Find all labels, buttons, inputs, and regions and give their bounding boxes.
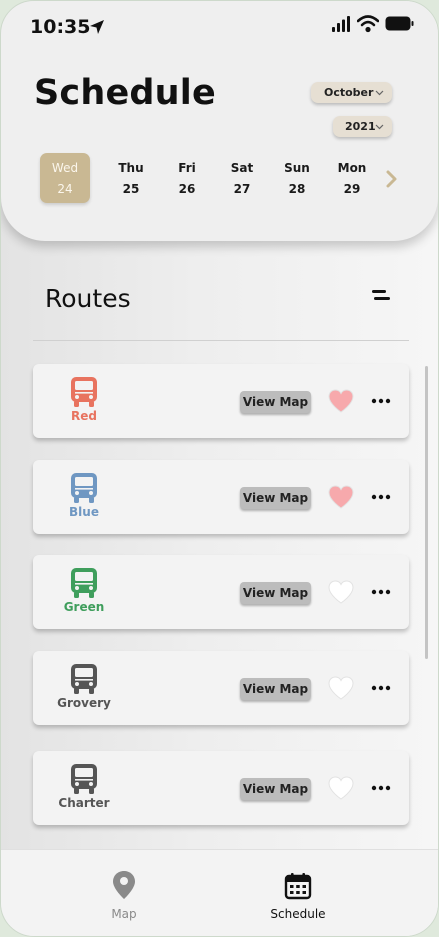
heart-icon[interactable] [327,579,355,605]
month-value: October [324,86,374,99]
bus-icon [71,664,97,694]
year-select[interactable]: 2021 [333,116,392,137]
schedule-header: 10:35 Schedule October 2021 Wed 24 Thu 2… [1,1,438,241]
route-name: Green [63,600,105,614]
more-options-icon[interactable] [371,494,391,500]
route-card-red[interactable]: Red View Map [33,364,409,438]
day-wed-24[interactable]: Wed 24 [40,153,90,203]
bus-icon [71,764,97,794]
view-map-button[interactable]: View Map [240,778,311,800]
divider [33,340,409,341]
more-options-icon[interactable] [371,785,391,791]
bottom-nav: Map Schedule [1,849,438,936]
day-name: Sat [230,161,254,175]
route-name: Charter [58,796,110,810]
status-time: 10:35 [30,16,91,38]
month-select[interactable]: October [311,82,392,103]
chevron-right-icon[interactable] [384,169,400,189]
day-date: 27 [233,182,251,196]
route-card-charter[interactable]: Charter View Map [33,751,409,825]
bus-icon [71,377,97,407]
day-thu-25[interactable]: Thu 25 [106,153,156,203]
route-name: Blue [69,505,99,519]
view-map-button[interactable]: View Map [240,391,311,413]
chevron-down-icon [375,124,384,130]
battery-icon [385,16,414,31]
route-name: Grovery [57,696,111,710]
day-fri-26[interactable]: Fri 26 [162,153,212,203]
day-date: 29 [343,182,361,196]
heart-icon[interactable] [327,675,355,701]
bus-icon [71,568,97,598]
filter-icon[interactable] [371,289,391,303]
route-card-grovery[interactable]: Grovery View Map [33,651,409,725]
tab-map[interactable]: Map [64,850,184,936]
more-options-icon[interactable] [371,589,391,595]
day-mon-29[interactable]: Mon 29 [327,153,377,203]
view-map-button[interactable]: View Map [240,487,311,509]
routes-heading: Routes [45,284,131,313]
day-name: Thu [118,161,144,175]
day-name: Sun [284,161,310,175]
page-title: Schedule [34,73,216,113]
day-date: 25 [122,182,140,196]
map-pin-icon [113,871,135,899]
wifi-icon [357,15,379,33]
year-value: 2021 [345,120,376,133]
day-name: Fri [178,161,196,175]
day-sat-27[interactable]: Sat 27 [217,153,267,203]
heart-icon[interactable] [327,775,355,801]
more-options-icon[interactable] [371,398,391,404]
phone-frame: 10:35 Schedule October 2021 Wed 24 Thu 2… [0,0,439,937]
day-date: 24 [57,182,73,196]
heart-icon[interactable] [327,484,355,510]
tab-schedule[interactable]: Schedule [238,850,358,936]
route-card-green[interactable]: Green View Map [33,555,409,629]
day-sun-28[interactable]: Sun 28 [272,153,322,203]
day-name: Wed [51,161,79,175]
day-date: 28 [288,182,306,196]
view-map-button[interactable]: View Map [240,678,311,700]
route-name: Red [71,409,97,423]
route-card-blue[interactable]: Blue View Map [33,460,409,534]
tab-label: Schedule [270,907,326,921]
scrollbar[interactable] [425,366,428,659]
view-map-button[interactable]: View Map [240,582,311,604]
heart-icon[interactable] [327,388,355,414]
day-name: Mon [337,161,367,175]
tab-label: Map [111,907,137,921]
location-arrow-icon [90,20,104,34]
chevron-down-icon [375,90,384,96]
day-date: 26 [178,182,196,196]
more-options-icon[interactable] [371,685,391,691]
cellular-signal-icon [332,16,350,32]
calendar-icon [284,873,312,900]
bus-icon [71,473,97,503]
